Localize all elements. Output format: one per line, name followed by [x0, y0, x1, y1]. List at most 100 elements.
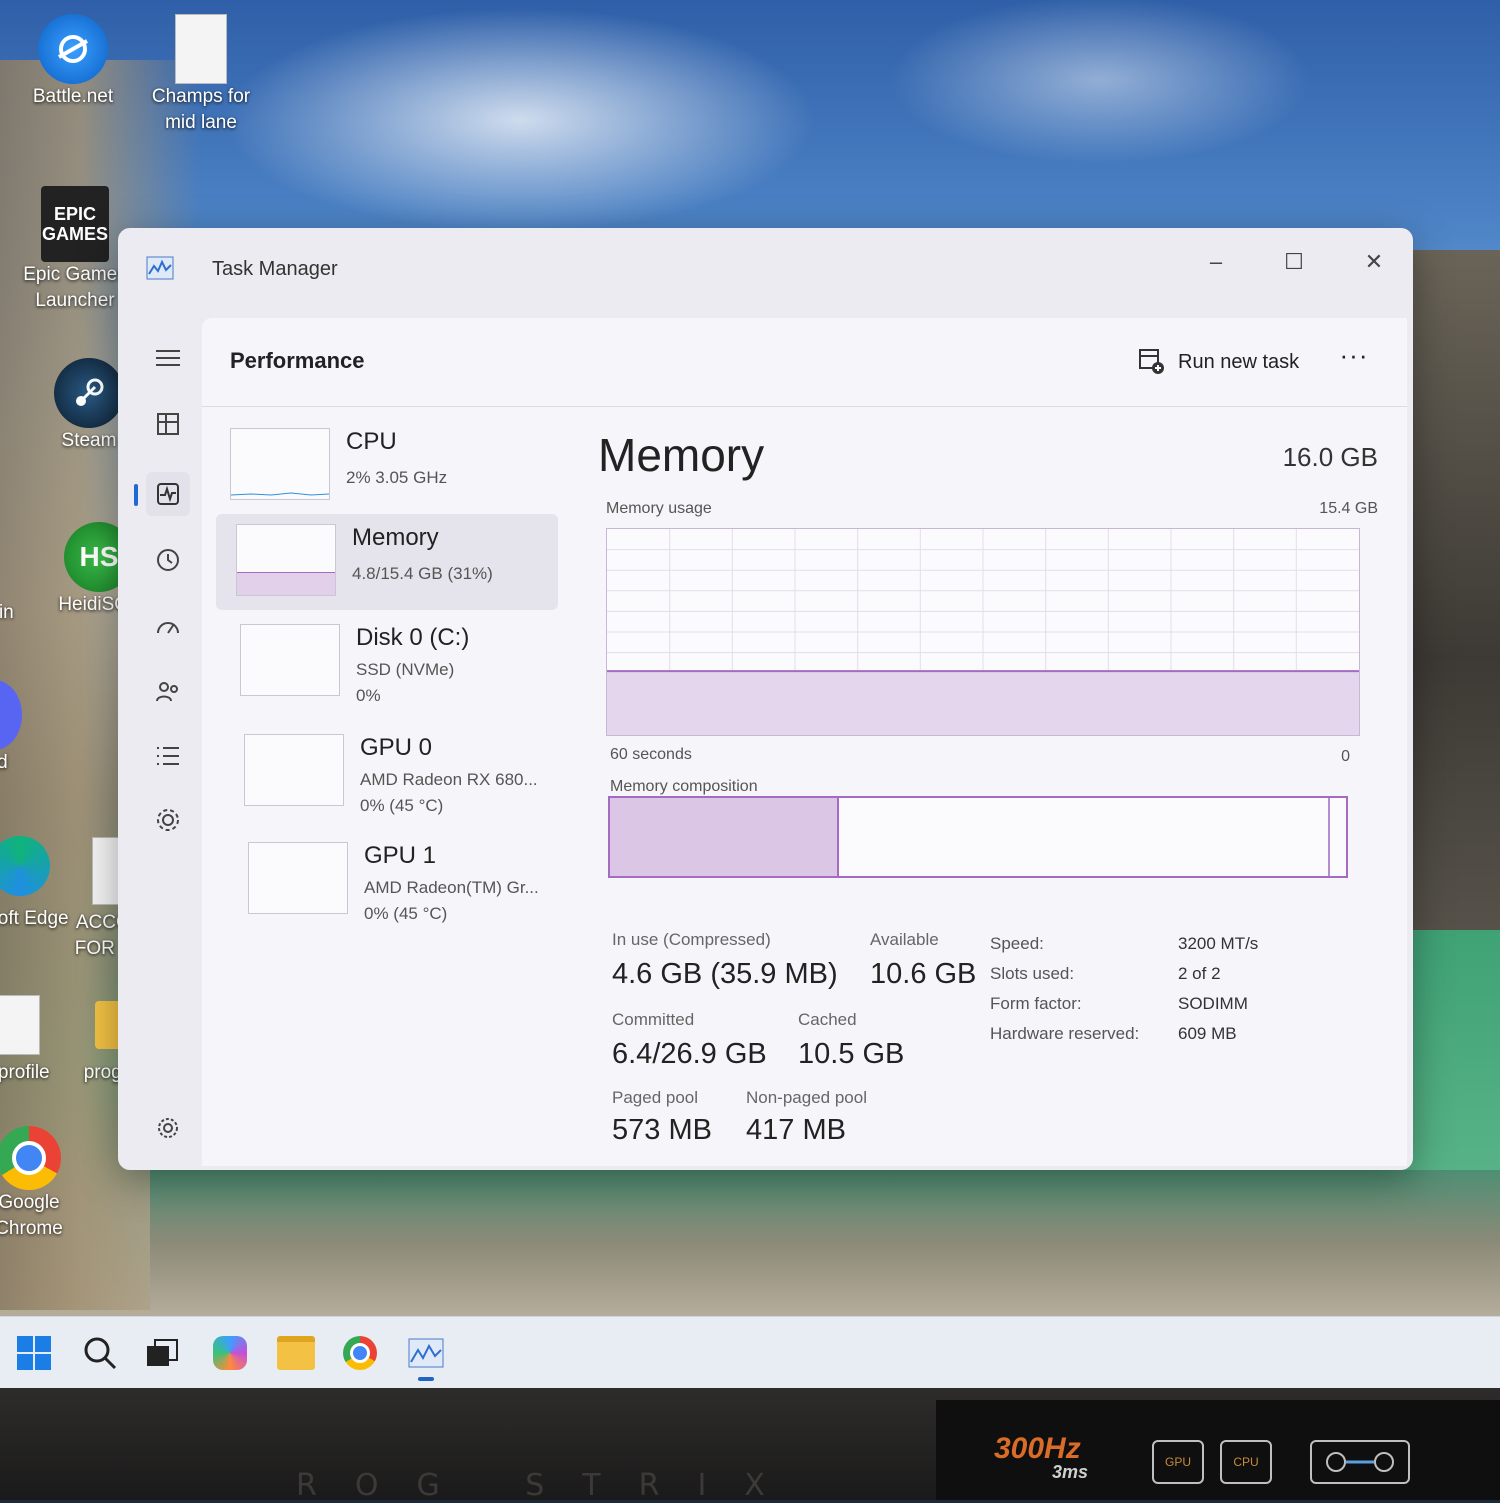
- desktop-icon-label: Epic Games Launcher: [23, 264, 127, 311]
- disk-thumbnail-graph: [240, 624, 340, 696]
- speed-value: 3200 MT/s: [1178, 934, 1259, 953]
- perf-item-cpu[interactable]: CPU 2% 3.05 GHz: [216, 418, 558, 514]
- chrome-icon: [0, 1126, 61, 1190]
- memory-usage-grid: [607, 529, 1359, 735]
- battlenet-icon: [38, 14, 108, 84]
- wallpaper-shore: [150, 1170, 1500, 1330]
- hamburger-menu-icon[interactable]: [146, 336, 190, 380]
- run-new-task-button[interactable]: Run new task: [1138, 342, 1299, 382]
- copilot-icon[interactable]: [208, 1331, 252, 1375]
- settings-icon[interactable]: [146, 1106, 190, 1150]
- desktop-icon-label: ord: [0, 752, 8, 773]
- performance-icon[interactable]: [134, 472, 190, 516]
- perf-item-name: Memory: [352, 524, 439, 551]
- memory-usage-graph: [606, 528, 1360, 736]
- chrome-icon[interactable]: [338, 1331, 382, 1375]
- slots-value: 2 of 2: [1178, 964, 1221, 983]
- desktop-icon-label: Champs for mid lane: [151, 86, 251, 133]
- composition-in-use-segment: [610, 798, 839, 876]
- page-title: Performance: [230, 348, 365, 373]
- processes-icon[interactable]: [146, 402, 190, 446]
- in-use-label: In use (Compressed): [612, 930, 771, 949]
- desktop-icon-chrome[interactable]: Google Chrome: [0, 1126, 84, 1242]
- non-paged-pool-value: 417 MB: [746, 1114, 846, 1146]
- memory-usage-area: [607, 671, 1359, 735]
- desktop-icon-label: l profile: [0, 1062, 50, 1083]
- perf-item-detail: 2% 3.05 GHz: [346, 468, 448, 487]
- memory-composition-bar: [608, 796, 1348, 878]
- cached-label: Cached: [798, 1010, 857, 1029]
- perf-item-name: CPU: [346, 428, 397, 455]
- desktop-icon-label: rosoft Edge: [0, 908, 69, 929]
- perf-item-name: GPU 1: [364, 842, 437, 869]
- perf-item-name: Disk 0 (C:): [356, 624, 470, 651]
- file-explorer-icon[interactable]: [274, 1331, 318, 1375]
- non-paged-pool-label: Non-paged pool: [746, 1088, 867, 1107]
- committed-label: Committed: [612, 1010, 695, 1029]
- perf-item-detail: 4.8/15.4 GB (31%): [352, 564, 493, 583]
- desktop-icon-label: Google Chrome: [0, 1192, 63, 1239]
- perf-item-disk[interactable]: Disk 0 (C:) SSD (NVMe) 0%: [216, 614, 558, 710]
- committed-value: 6.4/26.9 GB: [612, 1038, 767, 1070]
- cooling-sticker-icon: [1310, 1440, 1410, 1484]
- perf-item-usage: 0% (45 °C): [360, 796, 444, 815]
- services-icon[interactable]: [146, 798, 190, 842]
- slots-label: Slots used:: [990, 964, 1075, 983]
- desktop-icon-discord[interactable]: ord: [0, 680, 34, 776]
- available-value: 10.6 GB: [870, 958, 977, 990]
- desktop-icon-champs[interactable]: Champs for mid lane: [146, 14, 256, 136]
- brand-text: ROG STRIX: [296, 1468, 803, 1503]
- details-icon[interactable]: [146, 734, 190, 778]
- desktop-icon-recycle-bin[interactable]: Bin: [0, 600, 40, 626]
- document-icon: [0, 990, 54, 1060]
- in-use-value: 4.6 GB (35.9 MB): [612, 958, 838, 990]
- desktop-icon-edge[interactable]: rosoft Edge: [0, 836, 70, 932]
- app-history-icon[interactable]: [146, 538, 190, 582]
- paged-pool-label: Paged pool: [612, 1088, 699, 1107]
- cached-value: 10.5 GB: [798, 1038, 905, 1070]
- graph-time-left: 60 seconds: [610, 746, 692, 763]
- response-time-badge: 3ms: [1052, 1462, 1089, 1482]
- memory-composition-label: Memory composition: [610, 778, 758, 795]
- desktop-icon-profile[interactable]: l profile: [0, 990, 64, 1086]
- taskbar: [0, 1316, 1500, 1389]
- steam-icon: [54, 358, 124, 428]
- perf-item-detail: SSD (NVMe): [356, 660, 455, 679]
- users-icon[interactable]: [146, 670, 190, 714]
- run-new-task-label: Run new task: [1178, 350, 1300, 373]
- form-factor-value: SODIMM: [1178, 994, 1248, 1013]
- desktop-icon-epic[interactable]: EPIC GAMES Epic Games Launcher: [20, 186, 130, 314]
- maximize-button[interactable]: ☐: [1274, 242, 1314, 282]
- perf-item-usage: 0% (45 °C): [364, 904, 448, 923]
- minimize-button[interactable]: –: [1196, 242, 1236, 282]
- cpu-sticker: CPU: [1220, 1440, 1272, 1484]
- task-manager-window: Task Manager – ☐ ✕ Performance Run new t…: [118, 228, 1413, 1170]
- heidisql-logo-text: HS: [79, 541, 119, 572]
- desktop-icon-battlenet[interactable]: Battle.net: [18, 14, 128, 110]
- more-options-button[interactable]: ···: [1332, 340, 1376, 380]
- windows-start-icon[interactable]: [12, 1331, 56, 1375]
- title-bar[interactable]: Task Manager – ☐ ✕: [118, 228, 1413, 314]
- run-task-icon: [1139, 349, 1164, 374]
- perf-item-memory[interactable]: Memory 4.8/15.4 GB (31%): [216, 514, 558, 610]
- document-icon: [166, 14, 236, 84]
- gpu0-thumbnail-graph: [244, 734, 344, 806]
- memory-usage-max: 15.4 GB: [1319, 500, 1378, 517]
- form-factor-label: Form factor:: [990, 994, 1082, 1013]
- header-bar: Performance Run new task ···: [202, 318, 1407, 407]
- perf-item-gpu0[interactable]: GPU 0 AMD Radeon RX 680... 0% (45 °C): [216, 724, 558, 820]
- task-manager-app-icon: [146, 256, 174, 280]
- epic-logo-text: EPIC GAMES: [41, 204, 108, 244]
- memory-usage-label: Memory usage: [606, 500, 712, 517]
- gpu-sticker: GPU: [1152, 1440, 1204, 1484]
- total-memory: 16.0 GB: [1282, 442, 1378, 472]
- hardware-reserved-value: 609 MB: [1178, 1024, 1237, 1043]
- startup-apps-icon[interactable]: [146, 604, 190, 648]
- task-view-icon[interactable]: [140, 1331, 184, 1375]
- perf-item-gpu1[interactable]: GPU 1 AMD Radeon(TM) Gr... 0% (45 °C): [216, 832, 558, 928]
- task-manager-icon[interactable]: [404, 1331, 448, 1381]
- search-icon[interactable]: [78, 1331, 122, 1375]
- close-button[interactable]: ✕: [1354, 242, 1394, 282]
- paged-pool-value: 573 MB: [612, 1114, 712, 1146]
- perf-item-detail: AMD Radeon RX 680...: [360, 770, 538, 789]
